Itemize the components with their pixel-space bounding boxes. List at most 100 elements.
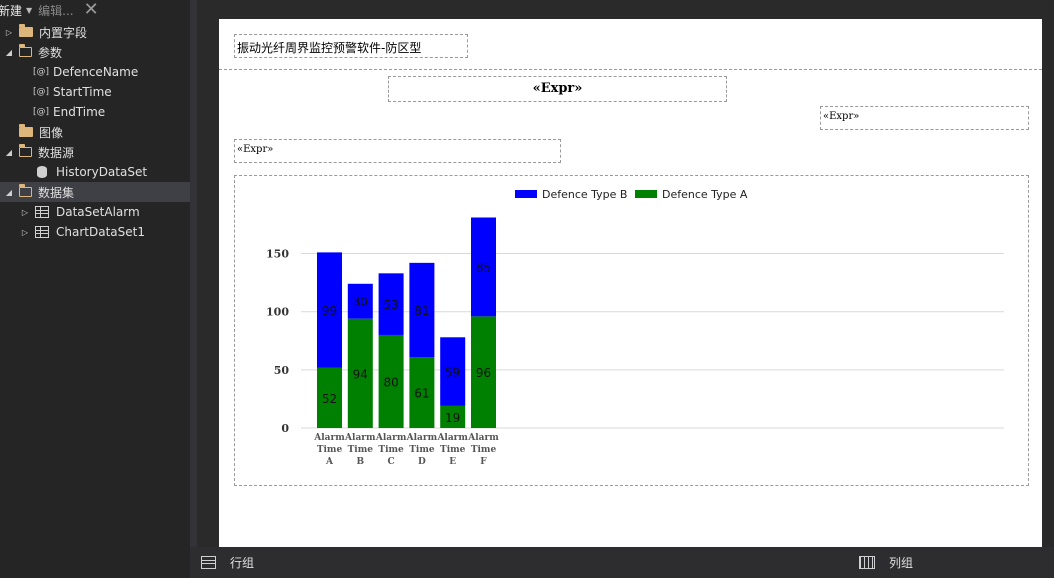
x-tick-label: C [388, 457, 395, 467]
y-tick-label: 150 [266, 248, 289, 261]
tree-node-label: 数据源 [38, 145, 75, 160]
legend-label: Defence Type A [662, 188, 748, 201]
tree-node-label: DataSetAlarm [56, 205, 140, 219]
data-label: 85 [476, 261, 491, 275]
parameter-icon: [@] [33, 87, 50, 97]
x-tick-label: B [356, 457, 364, 467]
folder-icon [19, 124, 33, 137]
table-icon [35, 226, 49, 238]
x-tick-label: Alarm [436, 433, 468, 443]
tree-node-dataset-alarm[interactable]: ▷ DataSetAlarm [0, 202, 190, 222]
database-icon [37, 166, 47, 178]
x-tick-label: Time [471, 445, 497, 455]
data-label: 59 [445, 366, 460, 380]
data-label: 52 [322, 392, 337, 406]
tree-node-images[interactable]: 图像 [0, 122, 190, 142]
tree-node-label: StartTime [53, 85, 112, 99]
tree-node-label: HistoryDataSet [56, 165, 148, 179]
tree-node-datasets[interactable]: ◢ 数据集 [0, 182, 190, 202]
x-tick-label: Time [409, 445, 435, 455]
data-label: 53 [383, 298, 398, 312]
new-dropdown-icon[interactable]: ▼ [26, 6, 32, 15]
collapse-icon[interactable]: ◢ [4, 188, 14, 197]
grouping-bar: 行组 列组 [190, 547, 1054, 578]
table-icon [35, 206, 49, 218]
parameter-icon: [@] [33, 67, 50, 77]
x-tick-label: Alarm [375, 433, 407, 443]
row-group-label: 行组 [230, 556, 255, 570]
x-tick-label: A [325, 457, 334, 467]
x-tick-label: Alarm [406, 433, 438, 443]
expand-icon[interactable]: ▷ [4, 28, 14, 37]
tree-node-label: 参数 [38, 45, 63, 60]
legend-label: Defence Type B [542, 188, 627, 201]
edit-button[interactable]: 编辑... [38, 2, 73, 19]
stacked-bar-chart: 0 50 100 150 Defence Type B Defence Type A 52 9… [266, 188, 1004, 467]
row-group-pane[interactable]: 行组 [201, 547, 254, 578]
x-tick-label: Time [378, 445, 404, 455]
data-label: 94 [353, 367, 368, 381]
data-label: 61 [414, 387, 429, 401]
y-tick-label: 0 [281, 422, 289, 435]
legend-swatch [515, 190, 537, 198]
report-page: 振动光纤周界监控预警软件-防区型 «Expr» «Expr» «Expr» 0 5… [219, 19, 1042, 547]
open-folder-icon [18, 44, 32, 57]
tree-node-datasource-history[interactable]: HistoryDataSet [0, 162, 190, 182]
collapse-icon[interactable]: ◢ [4, 148, 14, 157]
title-expression-textbox[interactable]: «Expr» [388, 76, 727, 102]
data-tree: ▷ 内置字段 ◢ 参数 [@] DefenceName [@] StartTim… [0, 22, 190, 242]
tree-node-label: 数据集 [38, 185, 75, 200]
open-folder-icon [18, 184, 32, 197]
tree-node-label: 内置字段 [39, 25, 88, 40]
folder-icon [19, 24, 33, 37]
parameter-icon: [@] [33, 107, 50, 117]
x-tick-label: Time [317, 445, 343, 455]
y-tick-label: 100 [266, 306, 289, 319]
tree-node-param-starttime[interactable]: [@] StartTime [0, 82, 190, 102]
data-label: 19 [445, 411, 460, 425]
delete-icon[interactable]: ✕ [84, 1, 99, 19]
data-label: 30 [353, 295, 368, 309]
tree-node-label: DefenceName [53, 65, 139, 79]
tree-node-param-endtime[interactable]: [@] EndTime [0, 102, 190, 122]
panel-toolbar: 新建 ▼ 编辑... ✕ [0, 0, 190, 20]
x-tick-label: Time [440, 445, 466, 455]
new-button[interactable]: 新建 [0, 2, 22, 19]
chart-container[interactable]: 0 50 100 150 Defence Type B Defence Type A 52 9… [234, 175, 1029, 486]
tree-node-dataset-chart[interactable]: ▷ ChartDataSet1 [0, 222, 190, 242]
right-expression-textbox[interactable]: «Expr» [820, 106, 1029, 130]
expand-icon[interactable]: ▷ [20, 208, 30, 217]
x-tick-label: Alarm [313, 433, 345, 443]
x-tick-label: D [418, 457, 426, 467]
column-group-label: 列组 [889, 556, 914, 570]
open-folder-icon [18, 144, 32, 157]
tree-node-builtin-fields[interactable]: ▷ 内置字段 [0, 22, 190, 42]
expand-icon[interactable]: ▷ [20, 228, 30, 237]
left-expression-textbox[interactable]: «Expr» [234, 139, 561, 163]
data-label: 80 [383, 375, 398, 389]
column-group-pane[interactable]: 列组 [859, 547, 913, 578]
x-tick-label: Alarm [467, 433, 499, 443]
x-tick-label: E [449, 457, 456, 467]
report-data-panel: 新建 ▼ 编辑... ✕ ▷ 内置字段 ◢ 参数 [@] DefenceName… [0, 0, 190, 578]
x-tick-label: F [480, 457, 487, 467]
x-tick-label: Time [348, 445, 374, 455]
y-tick-label: 50 [274, 364, 290, 377]
x-tick-label: Alarm [344, 433, 376, 443]
header-divider [219, 69, 1042, 70]
data-label: 99 [322, 304, 337, 318]
tree-node-datasources[interactable]: ◢ 数据源 [0, 142, 190, 162]
legend-swatch [635, 190, 657, 198]
tree-node-label: EndTime [53, 105, 106, 119]
collapse-icon[interactable]: ◢ [4, 48, 14, 57]
tree-node-label: ChartDataSet1 [56, 225, 145, 239]
tree-node-parameters[interactable]: ◢ 参数 [0, 42, 190, 62]
data-label: 96 [476, 366, 491, 380]
tree-node-param-defencename[interactable]: [@] DefenceName [0, 62, 190, 82]
row-group-icon [201, 556, 216, 569]
column-group-icon [859, 556, 875, 569]
tree-node-label: 图像 [39, 125, 64, 140]
report-header-textbox[interactable]: 振动光纤周界监控预警软件-防区型 [234, 34, 468, 58]
data-label: 81 [414, 304, 429, 318]
panel-splitter[interactable] [190, 0, 197, 578]
